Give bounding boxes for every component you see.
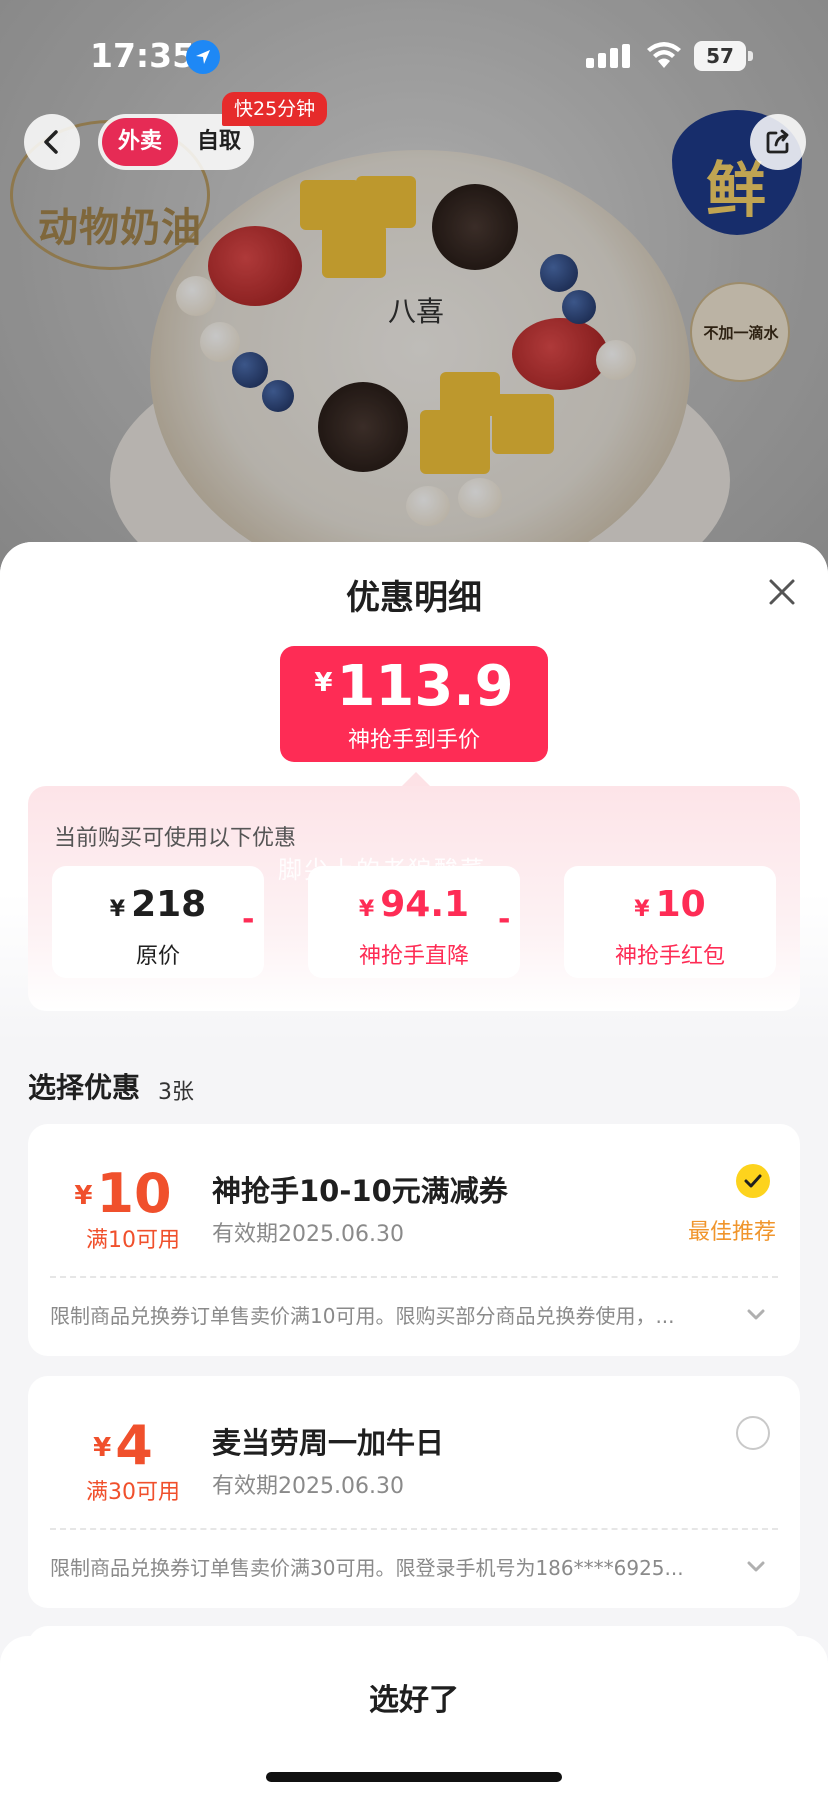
currency-symbol: ¥ xyxy=(358,897,375,922)
coupon-card[interactable]: ¥10 满10可用 神抢手10-10元满减券 有效期2025.06.30 最佳推… xyxy=(28,1124,800,1356)
chevron-down-icon[interactable] xyxy=(746,1560,766,1574)
red-packet-value: 10 xyxy=(655,884,706,925)
battery-tip xyxy=(748,51,753,61)
coupon-checkbox[interactable] xyxy=(736,1164,770,1198)
coupon-card[interactable]: ¥4 满30可用 麦当劳周一加牛日 有效期2025.06.30 限制商品兑换券订… xyxy=(28,1376,800,1608)
currency-symbol: ¥ xyxy=(314,668,333,698)
final-price-label: 神抢手到手价 xyxy=(347,728,480,753)
currency-symbol: ¥ xyxy=(109,897,126,922)
direct-discount-value: 94.1 xyxy=(380,884,470,925)
currency-symbol: ¥ xyxy=(74,1181,93,1211)
coupon-count: 3张 xyxy=(158,1080,194,1105)
final-price-amount: 113.9 xyxy=(336,654,514,719)
coupon-amount: ¥4 xyxy=(68,1414,178,1477)
select-discount-title: 选择优惠 xyxy=(28,1071,141,1104)
direct-discount-label: 神抢手直降 xyxy=(358,944,469,969)
currency-symbol: ¥ xyxy=(634,897,650,922)
coupon-amount: ¥10 xyxy=(68,1162,178,1225)
battery-icon: 57 xyxy=(694,41,746,71)
coupon-description: 限制商品兑换券订单售卖价满10可用。限购买部分商品兑换券使用，... xyxy=(50,1304,675,1328)
close-icon[interactable] xyxy=(762,572,802,612)
minus-operator: - xyxy=(498,902,511,937)
coupon-name: 神抢手10-10元满减券 xyxy=(212,1174,508,1208)
final-price: ¥113.9 xyxy=(280,654,548,719)
dashed-divider xyxy=(50,1528,778,1530)
coupon-validity: 有效期2025.06.30 xyxy=(212,1222,404,1247)
price-pointer xyxy=(402,772,430,786)
status-bar: 17:35 57 xyxy=(0,0,828,110)
discount-breakdown-panel: 当前购买可使用以下优惠 脚尖上的老狼酸菜 ¥218 原价 - ¥94.1 神抢手… xyxy=(28,786,800,1011)
original-price-label: 原价 xyxy=(135,944,180,969)
coupon-name: 麦当劳周一加牛日 xyxy=(212,1426,445,1460)
tab-delivery[interactable]: 外卖 xyxy=(102,118,178,166)
discount-label: 当前购买可使用以下优惠 xyxy=(54,826,297,851)
coupon-amount-value: 4 xyxy=(115,1414,153,1477)
back-button[interactable] xyxy=(24,114,80,170)
coupon-amount-value: 10 xyxy=(96,1162,172,1225)
location-icon xyxy=(186,40,220,74)
coupon-checkbox[interactable] xyxy=(736,1416,770,1450)
minus-operator: - xyxy=(242,902,255,937)
home-indicator[interactable] xyxy=(266,1772,562,1782)
red-packet-card: ¥10 神抢手红包 xyxy=(564,866,776,978)
back-icon xyxy=(44,130,58,154)
original-price-value: 218 xyxy=(131,884,207,925)
coupon-description: 限制商品兑换券订单售卖价满30可用。限登录手机号为186****6925... xyxy=(50,1556,684,1580)
discount-detail-sheet: 优惠明细 ¥113.9 神抢手到手价 当前购买可使用以下优惠 脚尖上的老狼酸菜 … xyxy=(0,542,828,1795)
status-time: 17:35 xyxy=(90,36,196,75)
coupon-condition: 满10可用 xyxy=(86,1228,180,1253)
coupon-condition: 满30可用 xyxy=(86,1480,180,1505)
dashed-divider xyxy=(50,1276,778,1278)
currency-symbol: ¥ xyxy=(93,1433,112,1463)
confirm-button[interactable]: 选好了 xyxy=(0,1666,828,1736)
share-icon xyxy=(766,129,789,154)
final-price-box: ¥113.9 神抢手到手价 xyxy=(280,646,548,762)
original-price-card: ¥218 原价 xyxy=(52,866,264,978)
sheet-title: 优惠明细 xyxy=(346,578,482,618)
sheet-footer: 选好了 xyxy=(0,1636,828,1795)
best-recommend-label: 最佳推荐 xyxy=(688,1220,777,1245)
direct-discount-card: ¥94.1 神抢手直降 xyxy=(308,866,520,978)
signal-icon xyxy=(586,44,630,68)
chevron-down-icon[interactable] xyxy=(746,1308,766,1322)
wifi-icon xyxy=(647,42,681,68)
red-packet-label: 神抢手红包 xyxy=(614,944,725,969)
coupon-validity: 有效期2025.06.30 xyxy=(212,1474,404,1499)
check-icon xyxy=(744,1174,762,1188)
fast-badge: 快25分钟 xyxy=(222,92,328,126)
share-button[interactable] xyxy=(750,114,806,170)
